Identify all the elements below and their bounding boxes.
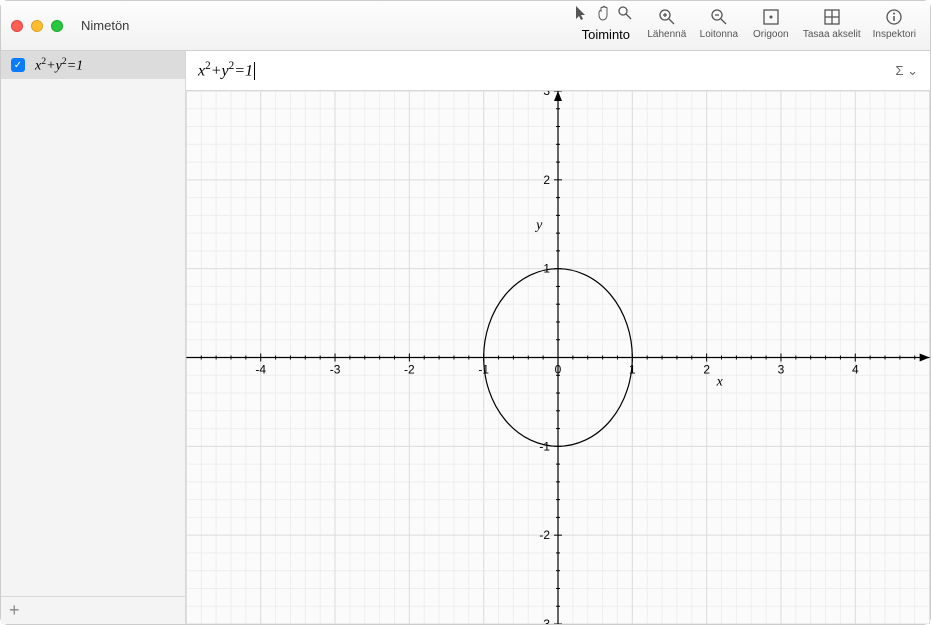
svg-text:3: 3 xyxy=(778,362,785,376)
grid-icon xyxy=(822,7,842,27)
origin-icon xyxy=(761,7,781,27)
chevron-down-icon: ⌄ xyxy=(907,63,918,78)
svg-text:2: 2 xyxy=(543,173,550,187)
sigma-icon: Σ xyxy=(895,63,903,78)
svg-text:-4: -4 xyxy=(255,362,266,376)
plot-svg: -4-3-2-101234-3-2-1123xy xyxy=(186,91,930,624)
content-area: x2+y2=1 Σ ⌄ -4-3-2-101234-3-2-1123xy xyxy=(186,51,930,624)
text-cursor xyxy=(254,62,255,80)
origin-label: Origoon xyxy=(753,29,789,40)
close-icon[interactable] xyxy=(11,20,23,32)
equalize-axes-button[interactable]: Tasaa akselit xyxy=(799,5,865,42)
sidebar-footer: + xyxy=(1,596,185,624)
window-controls xyxy=(11,20,63,32)
toolbar: Toiminto Lähennä Loitonna Origoon Tasaa … xyxy=(573,5,920,42)
equation-checkbox[interactable]: ✓ xyxy=(11,58,25,72)
svg-text:3: 3 xyxy=(543,91,550,98)
magnify-icon[interactable] xyxy=(617,5,639,25)
svg-text:y: y xyxy=(534,218,543,233)
hand-icon[interactable] xyxy=(595,5,617,25)
graph-area[interactable]: -4-3-2-101234-3-2-1123xy xyxy=(186,91,930,624)
minimize-icon[interactable] xyxy=(31,20,43,32)
equation-item[interactable]: ✓ x2+y2=1 xyxy=(1,51,185,79)
svg-text:-1: -1 xyxy=(539,439,550,453)
inspector-button[interactable]: Inspektori xyxy=(869,5,920,42)
sidebar: ✓ x2+y2=1 + xyxy=(1,51,186,624)
origin-button[interactable]: Origoon xyxy=(747,5,795,42)
svg-text:-2: -2 xyxy=(404,362,415,376)
pointer-icon[interactable] xyxy=(573,5,595,25)
svg-text:x: x xyxy=(716,374,724,389)
add-equation-button[interactable]: + xyxy=(9,600,20,621)
zoom-out-button[interactable]: Loitonna xyxy=(695,5,743,42)
equation-list: ✓ x2+y2=1 xyxy=(1,51,185,596)
titlebar: Nimetön Toiminto Lähennä xyxy=(1,1,930,51)
inspector-label: Inspektori xyxy=(873,29,916,40)
svg-text:2: 2 xyxy=(703,362,710,376)
equation-editor[interactable]: x2+y2=1 Σ ⌄ xyxy=(186,51,930,91)
svg-text:-3: -3 xyxy=(539,617,550,624)
info-icon xyxy=(884,7,904,27)
window-title: Nimetön xyxy=(81,18,129,33)
svg-text:4: 4 xyxy=(852,362,859,376)
action-label: Toiminto xyxy=(582,27,630,42)
zoom-in-button[interactable]: Lähennä xyxy=(643,5,691,42)
equation-text: x2+y2=1 xyxy=(35,56,83,75)
zoom-in-label: Lähennä xyxy=(647,29,686,40)
editor-expression: x2+y2=1 xyxy=(198,60,253,80)
svg-text:0: 0 xyxy=(555,362,562,376)
main-area: ✓ x2+y2=1 + x2+y2=1 Σ ⌄ -4 -3 -2 -1 0 1 2 3 4 -3 -… xyxy=(1,51,930,624)
svg-text:-2: -2 xyxy=(539,528,550,542)
action-tool-group: Toiminto xyxy=(573,5,639,42)
svg-text:1: 1 xyxy=(543,262,550,276)
equalize-label: Tasaa akselit xyxy=(803,29,861,40)
maximize-icon[interactable] xyxy=(51,20,63,32)
zoom-in-icon xyxy=(657,7,677,27)
zoom-out-label: Loitonna xyxy=(700,29,738,40)
zoom-out-icon xyxy=(709,7,729,27)
svg-text:-3: -3 xyxy=(330,362,341,376)
sigma-button[interactable]: Σ ⌄ xyxy=(895,63,918,79)
